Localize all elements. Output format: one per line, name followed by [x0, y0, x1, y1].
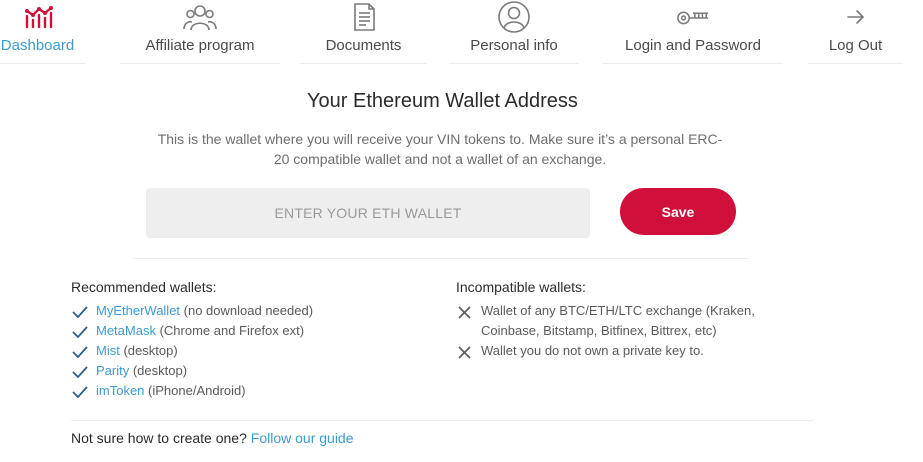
nav-underline	[808, 63, 903, 64]
page-subtitle: This is the wallet where you will receiv…	[157, 131, 723, 167]
nav-label: Dashboard	[0, 37, 75, 54]
list-item: Wallet of any BTC/ETH/LTC exchange (Krak…	[456, 301, 755, 341]
wallet-link[interactable]: Mist	[96, 343, 120, 358]
list-item: Wallet you do not own a private key to.	[456, 341, 755, 361]
wallet-note: (no download needed)	[180, 303, 314, 318]
nav-underline	[300, 63, 427, 64]
follow-guide-link[interactable]: Follow our guide	[251, 430, 354, 446]
divider	[132, 258, 749, 259]
users-icon	[183, 2, 217, 32]
incompatible-text-line: Wallet of any BTC/ETH/LTC exchange (Krak…	[481, 303, 755, 318]
wallet-link[interactable]: Parity	[96, 363, 129, 378]
check-icon	[71, 364, 89, 380]
top-nav: Dashboard Affiliate program Documents Pe…	[0, 0, 923, 66]
incompatible-list: Wallet of any BTC/ETH/LTC exchange (Krak…	[456, 301, 755, 361]
wallet-link[interactable]: MyEtherWallet	[96, 303, 180, 318]
page-title: Your Ethereum Wallet Address	[307, 90, 578, 112]
wallet-link[interactable]: MetaMask	[96, 323, 156, 338]
chart-icon	[21, 2, 55, 32]
list-item: MyEtherWallet (no download needed)	[71, 301, 313, 321]
nav-label: Personal info	[470, 37, 558, 54]
list-item: MetaMask (Chrome and Firefox ext)	[71, 321, 313, 341]
nav-item-logout[interactable]: Log Out	[808, 0, 903, 66]
nav-label: Documents	[325, 37, 402, 54]
incompatible-heading: Incompatible wallets:	[456, 279, 586, 295]
eth-wallet-input[interactable]	[146, 188, 590, 238]
list-item: Parity (desktop)	[71, 361, 313, 381]
key-icon	[676, 2, 710, 32]
footer-text: Not sure how to create one?	[71, 430, 251, 446]
recommended-list: MyEtherWallet (no download needed) MetaM…	[71, 301, 313, 401]
close-icon	[456, 304, 474, 320]
nav-item-documents[interactable]: Documents	[300, 0, 427, 66]
document-icon	[347, 2, 381, 32]
check-icon	[71, 384, 89, 400]
check-icon	[71, 304, 89, 320]
wallet-note: (iPhone/Android)	[144, 383, 246, 398]
recommended-heading: Recommended wallets:	[71, 279, 217, 295]
arrow-right-icon	[839, 2, 873, 32]
list-item: Mist (desktop)	[71, 341, 313, 361]
close-icon	[456, 344, 474, 360]
nav-label: Login and Password	[625, 37, 761, 54]
divider	[71, 420, 813, 421]
wallet-note: (desktop)	[119, 343, 178, 358]
incompatible-text-line: Coinbase, Bitstamp, Bitfinex, Bittrex, e…	[481, 323, 717, 338]
wallet-link[interactable]: imToken	[96, 383, 144, 398]
nav-underline	[120, 63, 280, 64]
nav-label: Log Out	[828, 37, 883, 54]
footer-note: Not sure how to create one? Follow our g…	[71, 430, 354, 446]
nav-underline	[603, 63, 783, 64]
nav-label: Affiliate program	[145, 37, 255, 54]
save-button[interactable]: Save	[620, 188, 736, 235]
nav-item-dashboard[interactable]: Dashboard	[0, 0, 85, 66]
wallet-note: (Chrome and Firefox ext)	[155, 323, 305, 338]
check-icon	[71, 324, 89, 340]
user-icon	[497, 1, 531, 33]
nav-underline	[449, 63, 579, 64]
check-icon	[71, 344, 89, 360]
nav-underline	[0, 63, 85, 64]
incompatible-text-line: Wallet you do not own a private key to.	[481, 343, 704, 358]
wallet-note: (desktop)	[129, 363, 188, 378]
list-item: imToken (iPhone/Android)	[71, 381, 313, 401]
nav-item-affiliate[interactable]: Affiliate program	[120, 0, 280, 66]
nav-item-login-password[interactable]: Login and Password	[603, 0, 783, 66]
nav-item-personal-info[interactable]: Personal info	[449, 0, 579, 66]
